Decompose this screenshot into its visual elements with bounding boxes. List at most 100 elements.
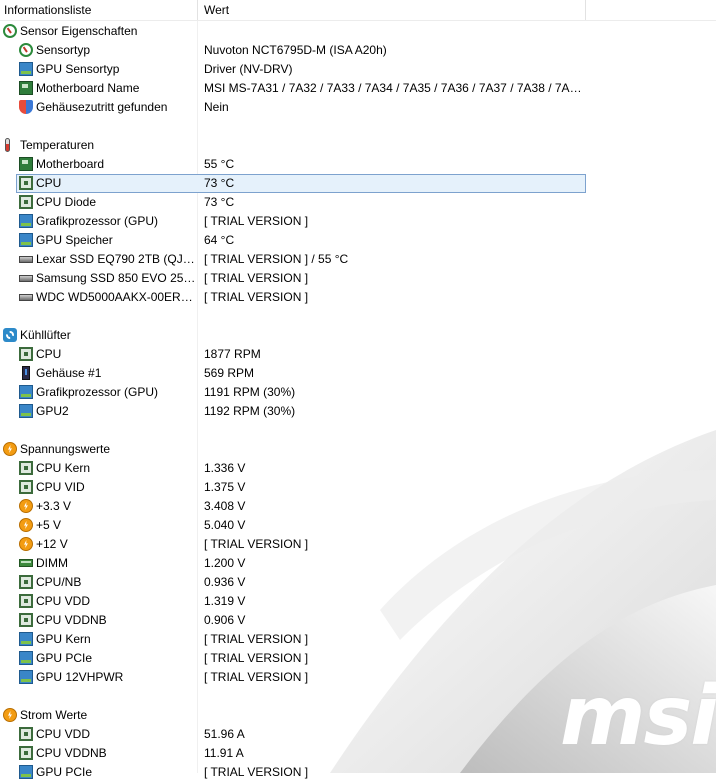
bolt-icon — [19, 499, 33, 513]
row-value: 1.319 V — [204, 594, 246, 608]
table-row[interactable]: GPU Speicher 64 °C — [0, 231, 716, 250]
table-row[interactable]: GPU2 1192 RPM (30%) — [0, 402, 716, 421]
cpu-chip-icon — [19, 347, 33, 361]
table-row[interactable]: CPU VDDNB 11.91 A — [0, 744, 716, 763]
gpu-icon — [19, 385, 33, 399]
row-label: Sensortyp — [36, 43, 91, 57]
row-value: Nein — [204, 100, 229, 114]
thermometer-icon — [5, 138, 10, 152]
cpu-chip-icon — [19, 727, 33, 741]
table-row[interactable]: CPU 1877 RPM — [0, 345, 716, 364]
column-header-value[interactable]: Wert — [204, 3, 229, 17]
row-value: 0.936 V — [204, 575, 246, 589]
table-row[interactable]: Grafikprozessor (GPU) 1191 RPM (30%) — [0, 383, 716, 402]
table-row[interactable]: Grafikprozessor (GPU) [ TRIAL VERSION ] — [0, 212, 716, 231]
table-row[interactable]: CPU Kern 1.336 V — [0, 459, 716, 478]
group-row[interactable]: Temperaturen — [0, 136, 716, 155]
row-label: Spannungswerte — [20, 442, 111, 456]
table-row[interactable]: CPU VDD 1.319 V — [0, 592, 716, 611]
row-label: Samsung SSD 850 EVO 250GB — [36, 271, 196, 285]
table-row[interactable]: CPU/NB 0.936 V — [0, 573, 716, 592]
row-value: 73 °C — [204, 195, 235, 209]
column-header-name[interactable]: Informationsliste — [4, 3, 91, 17]
row-value: 73 °C — [204, 176, 235, 190]
table-row[interactable]: GPU Kern [ TRIAL VERSION ] — [0, 630, 716, 649]
table-row[interactable]: Lexar SSD EQ790 2TB (QJ656... [ TRIAL VER… — [0, 250, 716, 269]
shield-icon — [19, 100, 33, 114]
row-value: 3.408 V — [204, 499, 246, 513]
cpu-chip-icon — [19, 594, 33, 608]
row-value: Driver (NV-DRV) — [204, 62, 293, 76]
spacer-row — [0, 307, 716, 326]
bolt-icon — [19, 518, 33, 532]
cpu-chip-icon — [19, 461, 33, 475]
disk-icon — [19, 294, 33, 301]
group-row[interactable]: Strom Werte — [0, 706, 716, 725]
table-row[interactable]: CPU VDD 51.96 A — [0, 725, 716, 744]
row-value: 51.96 A — [204, 727, 245, 741]
row-value: 0.906 V — [204, 613, 246, 627]
case-icon — [22, 366, 30, 380]
table-row[interactable]: DIMM 1.200 V — [0, 554, 716, 573]
row-label: CPU/NB — [36, 575, 82, 589]
row-label: GPU2 — [36, 404, 69, 418]
row-value: [ TRIAL VERSION ] — [204, 271, 309, 285]
table-row[interactable]: +5 V 5.040 V — [0, 516, 716, 535]
row-label: +12 V — [36, 537, 68, 551]
gpu-icon — [19, 765, 33, 779]
row-label: GPU 12VHPWR — [36, 670, 124, 684]
table-row[interactable]: Gehäuse #1 569 RPM — [0, 364, 716, 383]
gpu-icon — [19, 632, 33, 646]
spacer-row — [0, 421, 716, 440]
row-label: Grafikprozessor (GPU) — [36, 385, 159, 399]
table-row[interactable]: +3.3 V 3.408 V — [0, 497, 716, 516]
table-row[interactable]: +12 V [ TRIAL VERSION ] — [0, 535, 716, 554]
row-label: +3.3 V — [36, 499, 72, 513]
table-row[interactable]: GPU 12VHPWR [ TRIAL VERSION ] — [0, 668, 716, 687]
spacer-row — [0, 117, 716, 136]
cpu-chip-icon — [19, 176, 33, 190]
table-row[interactable]: WDC WD5000AAKX-00ERMA0 [ TRIAL VERSION ] — [0, 288, 716, 307]
motherboard-icon — [19, 81, 33, 95]
row-value: 1877 RPM — [204, 347, 261, 361]
row-label: Sensor Eigenschaften — [20, 24, 138, 38]
row-label: +5 V — [36, 518, 62, 532]
column-divider[interactable] — [585, 0, 586, 20]
table-row[interactable]: Sensortyp Nuvoton NCT6795D-M (ISA A20h) — [0, 41, 716, 60]
group-row[interactable]: Sensor Eigenschaften — [0, 22, 716, 41]
row-value: [ TRIAL VERSION ] — [204, 632, 309, 646]
table-row[interactable]: CPU 73 °C — [0, 174, 716, 193]
group-row[interactable]: Spannungswerte — [0, 440, 716, 459]
disk-icon — [19, 275, 33, 282]
table-row[interactable]: GPU Sensortyp Driver (NV-DRV) — [0, 60, 716, 79]
table-row[interactable]: Samsung SSD 850 EVO 250GB [ TRIAL VERSION… — [0, 269, 716, 288]
row-label: Motherboard Name — [36, 81, 140, 95]
table-row[interactable]: GPU PCIe [ TRIAL VERSION ] — [0, 649, 716, 668]
gpu-icon — [19, 233, 33, 247]
row-label: Grafikprozessor (GPU) — [36, 214, 159, 228]
table-row[interactable]: Motherboard Name MSI MS-7A31 / 7A32 / 7A3… — [0, 79, 716, 98]
row-value: MSI MS-7A31 / 7A32 / 7A33 / 7A34 / 7A35 … — [204, 81, 582, 95]
table-row[interactable]: Gehäusezutritt gefunden Nein — [0, 98, 716, 117]
disk-icon — [19, 256, 33, 263]
row-value: 1.375 V — [204, 480, 246, 494]
row-label: CPU VDDNB — [36, 613, 107, 627]
row-value: 11.91 A — [204, 746, 244, 760]
group-row[interactable]: Kühllüfter — [0, 326, 716, 345]
gauge-icon — [3, 24, 17, 38]
row-label: GPU PCIe — [36, 651, 93, 665]
gpu-icon — [19, 214, 33, 228]
spacer-row — [0, 687, 716, 706]
gpu-icon — [19, 62, 33, 76]
sensor-tree-list[interactable]: Sensor Eigenschaften Sensortyp Nuvoton NCT… — [0, 22, 716, 782]
table-row[interactable]: CPU VDDNB 0.906 V — [0, 611, 716, 630]
row-value: 55 °C — [204, 157, 235, 171]
table-row[interactable]: Motherboard 55 °C — [0, 155, 716, 174]
list-header: Informationsliste Wert — [0, 0, 716, 21]
table-row[interactable]: CPU VID 1.375 V — [0, 478, 716, 497]
table-row[interactable]: CPU Diode 73 °C — [0, 193, 716, 212]
cpu-chip-icon — [19, 195, 33, 209]
column-divider[interactable] — [197, 0, 198, 20]
row-label: GPU Sensortyp — [36, 62, 120, 76]
row-label: CPU — [36, 347, 62, 361]
